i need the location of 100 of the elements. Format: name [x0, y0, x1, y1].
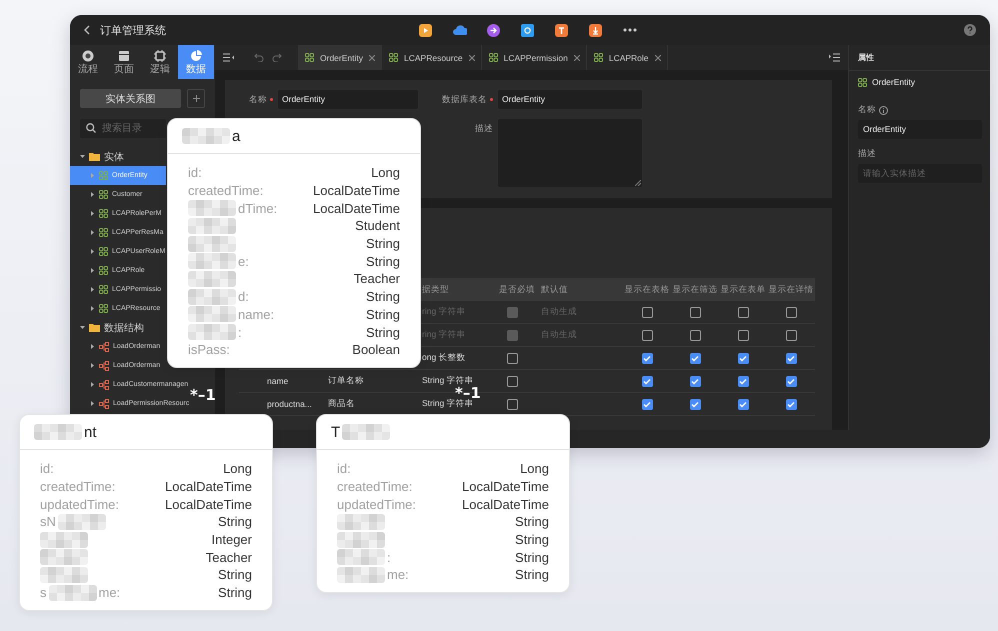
caret-right-icon [90, 287, 95, 292]
close-icon[interactable] [369, 54, 375, 60]
column-header: 默认值 [541, 284, 568, 294]
cloud-icon[interactable] [453, 24, 467, 36]
editor-tab[interactable]: LCAPResource [382, 45, 482, 70]
field-type: String [218, 567, 252, 582]
help-icon[interactable] [964, 24, 976, 36]
nav-tab[interactable]: 逻辑 [142, 45, 178, 79]
field-name: : [238, 324, 242, 340]
field-name: createdTime: [40, 479, 116, 494]
field-type: Long [520, 461, 549, 476]
description-field[interactable] [498, 119, 642, 187]
table-name-field[interactable]: OrderEntity [498, 90, 642, 109]
checkbox[interactable] [738, 352, 748, 364]
play-icon[interactable] [419, 24, 433, 36]
node-tree-icon [99, 360, 109, 370]
nav-tab[interactable]: 流程 [70, 45, 106, 79]
field-name: createdTime: [337, 479, 412, 494]
checkbox[interactable] [738, 376, 748, 386]
description-field[interactable]: 请输入实体描述 [858, 164, 982, 183]
field-type: Long [371, 165, 400, 180]
checkbox[interactable] [642, 352, 652, 364]
checkbox[interactable] [690, 352, 700, 364]
chip-icon [154, 50, 166, 62]
grid-icon [99, 190, 108, 199]
checkbox[interactable] [786, 398, 796, 410]
table-cell: ring 字符串 [422, 329, 466, 339]
caret-right-icon [90, 382, 95, 387]
checkbox[interactable] [507, 398, 518, 410]
caret-right-icon [90, 249, 95, 254]
required-mark [270, 98, 273, 101]
nav-tab[interactable]: 页面 [106, 45, 142, 79]
more-icon[interactable] [623, 28, 637, 32]
card-title: T [331, 424, 340, 440]
field-type: LocalDateTime [462, 496, 549, 512]
card-title: nt [84, 424, 97, 440]
grid-icon [488, 53, 498, 62]
er-diagram-button[interactable]: 实体关系图 [80, 89, 181, 108]
field-type: Teacher [206, 550, 252, 565]
column-header: 据类型 [422, 284, 449, 294]
undo-icon[interactable] [254, 53, 264, 62]
grid-icon [99, 285, 108, 294]
field-name: updatedTime: [40, 496, 120, 512]
add-button[interactable] [187, 89, 205, 108]
checkbox[interactable] [507, 376, 518, 386]
tree-item[interactable]: 数据结构 [70, 318, 147, 337]
window-icon [118, 50, 130, 62]
redo-icon[interactable] [272, 53, 282, 62]
search-field[interactable]: 搜索目录 [80, 119, 166, 138]
resize-grip-icon [635, 180, 641, 186]
editor-tab[interactable]: OrderEntity [298, 45, 382, 70]
checkbox[interactable] [642, 398, 652, 410]
caret-down-icon [80, 154, 85, 159]
tree-item[interactable]: 实体 [70, 147, 127, 166]
close-icon[interactable] [654, 54, 661, 60]
column-header: 显示在详情 [768, 284, 814, 294]
info-icon [879, 106, 888, 114]
table-cell: 自动生成 [541, 306, 577, 316]
back-icon[interactable] [83, 25, 91, 35]
grid-icon [305, 53, 314, 62]
field-type: LocalDateTime [462, 479, 549, 494]
arrow-circle-icon[interactable] [487, 24, 501, 36]
checkbox[interactable] [690, 398, 700, 410]
field-type: Boolean [352, 342, 400, 358]
collapse-icon[interactable] [223, 53, 234, 62]
editor-tab[interactable]: LCAPPermission [482, 45, 587, 70]
table-cell: String 字符串 [422, 398, 474, 408]
field-type: Student [355, 218, 400, 234]
download-icon[interactable] [589, 24, 603, 36]
field-label: 描述 [475, 122, 493, 134]
field-type: String [366, 289, 400, 304]
caret-right-icon [90, 363, 95, 368]
field-name: me: [387, 567, 409, 582]
table-cell: name [267, 376, 288, 386]
field-name: name: [238, 306, 274, 322]
checkbox[interactable] [642, 376, 652, 386]
field-name: createdTime: [188, 183, 264, 198]
app-title: 订单管理系统 [100, 24, 167, 38]
table-cell: 订单名称 [328, 375, 364, 385]
grid-icon [99, 266, 108, 275]
field-label: 数据库表名 [442, 94, 487, 106]
checkbox[interactable] [507, 352, 518, 364]
field-type: String [366, 324, 400, 340]
field-name: isPass: [188, 342, 230, 358]
checkbox[interactable] [786, 376, 796, 386]
name-field[interactable]: OrderEntity [278, 90, 418, 109]
node-tree-icon [99, 398, 109, 408]
outline-icon[interactable] [829, 53, 840, 62]
grid-icon [389, 53, 398, 62]
caret-right-icon [90, 268, 95, 273]
pie-chart-icon [190, 50, 202, 62]
name-field[interactable]: OrderEntity [858, 120, 982, 139]
checkbox[interactable] [690, 376, 700, 386]
close-icon[interactable] [468, 54, 475, 60]
checkbox[interactable] [786, 352, 796, 364]
field-type: String [366, 254, 400, 269]
editor-tab[interactable]: LCAPRole [586, 45, 668, 70]
field-name: me: [98, 585, 120, 600]
checkbox[interactable] [738, 398, 748, 410]
close-icon[interactable] [574, 54, 580, 60]
